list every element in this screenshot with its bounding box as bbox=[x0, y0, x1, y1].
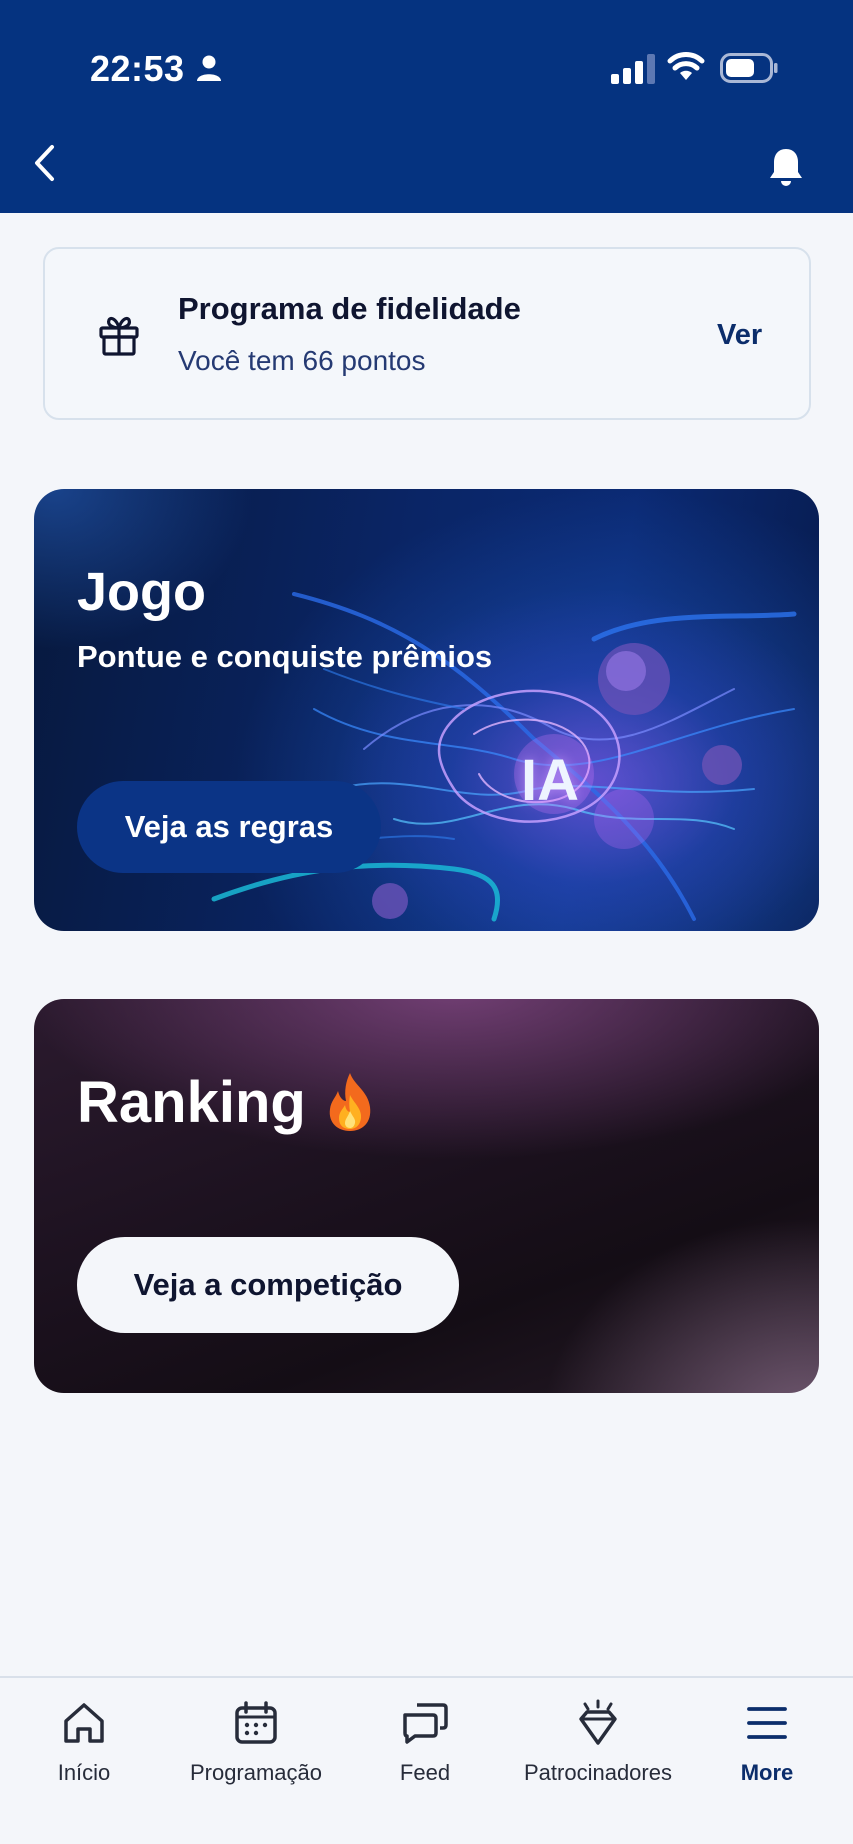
nav-item-patrocinadores[interactable]: Patrocinadores bbox=[510, 1678, 686, 1808]
nav-item-programacao[interactable]: Programação bbox=[175, 1678, 337, 1808]
view-competition-button[interactable]: Veja a competição bbox=[77, 1237, 459, 1333]
person-icon bbox=[196, 54, 222, 87]
top-header: 22:53 bbox=[0, 0, 853, 213]
nav-label: Programação bbox=[189, 1760, 323, 1785]
game-title: Jogo bbox=[77, 562, 206, 622]
nav-label: More bbox=[740, 1760, 794, 1785]
menu-icon bbox=[747, 1707, 787, 1739]
bottom-navigation: Início Programação Feed Patrocinadores M… bbox=[0, 1676, 853, 1844]
loyalty-points: Você tem 66 pontos bbox=[178, 345, 426, 376]
chevron-left-icon bbox=[35, 145, 54, 181]
cellular-signal-icon bbox=[611, 54, 655, 89]
view-rules-button[interactable]: Veja as regras bbox=[77, 781, 381, 873]
ranking-title: Ranking bbox=[77, 1070, 306, 1135]
bell-icon bbox=[770, 149, 802, 186]
nav-label: Patrocinadores bbox=[524, 1760, 672, 1785]
ia-label: IA bbox=[521, 748, 579, 813]
chat-bubbles-icon bbox=[403, 1703, 448, 1744]
calendar-icon bbox=[235, 1701, 277, 1744]
gift-icon bbox=[97, 313, 141, 362]
back-button[interactable] bbox=[22, 138, 66, 188]
game-subtitle: Pontue e conquiste prêmios bbox=[77, 639, 493, 674]
nav-item-inicio[interactable]: Início bbox=[20, 1678, 148, 1808]
nav-label: Início bbox=[57, 1760, 111, 1785]
status-time: 22:53 bbox=[90, 48, 185, 89]
loyalty-title: Programa de fidelidade bbox=[178, 291, 521, 326]
screen: 22:53 Programa de fidelidade Você tem 66… bbox=[0, 0, 853, 1844]
nav-item-feed[interactable]: Feed bbox=[365, 1678, 485, 1808]
wifi-icon bbox=[667, 52, 705, 87]
diamond-icon bbox=[579, 1699, 617, 1745]
nav-label: Feed bbox=[399, 1760, 451, 1785]
ranking-card[interactable]: Ranking Veja a competição bbox=[34, 999, 819, 1393]
notifications-button[interactable] bbox=[762, 142, 810, 192]
nav-item-more[interactable]: More bbox=[717, 1678, 817, 1808]
game-card[interactable]: Jogo Pontue e conquiste prêmios IA Veja … bbox=[34, 489, 819, 931]
home-icon bbox=[64, 1703, 104, 1743]
loyalty-program-card[interactable]: Programa de fidelidade Você tem 66 ponto… bbox=[43, 247, 811, 420]
battery-icon bbox=[720, 53, 778, 88]
loyalty-view-link[interactable]: Ver bbox=[717, 319, 762, 352]
fire-icon bbox=[324, 1071, 376, 1138]
